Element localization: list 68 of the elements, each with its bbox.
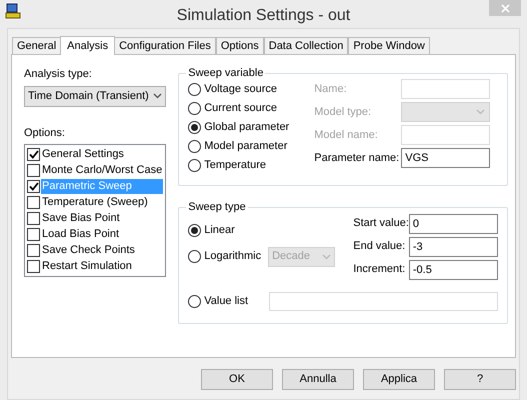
list-item[interactable]: Save Bias Point (41, 210, 164, 226)
checkbox[interactable] (27, 244, 40, 257)
field-label: Name: (314, 82, 348, 97)
input-field[interactable]: -0.5 (408, 260, 498, 280)
input-field[interactable]: -3 (408, 236, 498, 256)
window-title: Simulation Settings - out (176, 6, 352, 26)
computer-icon (5, 3, 21, 19)
tab[interactable]: Options (216, 37, 264, 54)
chevron-icon (322, 254, 332, 260)
check-icon (28, 182, 38, 192)
dialog-button[interactable]: Applica (363, 369, 435, 390)
checkbox[interactable] (27, 196, 40, 210)
radio-label: Linear (204, 223, 235, 238)
field-label: Options: (24, 126, 66, 140)
list-item[interactable]: Restart Simulation (41, 258, 164, 274)
checkbox[interactable] (27, 228, 40, 241)
radio-label: Logarithmic (204, 249, 262, 264)
checkbox[interactable] (27, 164, 40, 178)
input-field[interactable]: 0 (408, 214, 498, 234)
radio-button[interactable] (188, 121, 202, 134)
group-title: Sweep variable (187, 66, 264, 81)
dialog-button[interactable]: Annulla (282, 369, 354, 390)
analysis-type-dropdown[interactable]: Time Domain (Transient) (24, 86, 166, 106)
radio-label: Voltage source (204, 82, 278, 98)
list-item[interactable]: Save Check Points (41, 242, 164, 258)
radio-button[interactable] (188, 294, 202, 308)
field-label: Model name: (314, 128, 379, 143)
radio-label: Current source (204, 101, 277, 116)
check-icon (28, 150, 38, 160)
chevron-icon (476, 109, 486, 115)
list-item[interactable]: Temperature (Sweep) (41, 195, 164, 210)
radio-label: Value list (204, 294, 250, 309)
radio-label: Global parameter (204, 120, 290, 136)
list-item[interactable]: Monte Carlo/Worst Case (41, 163, 164, 178)
radio-label: Temperature (204, 158, 266, 174)
tab[interactable]: Analysis (60, 36, 116, 55)
input-field[interactable]: VGS (401, 148, 490, 168)
input-field[interactable] (401, 79, 490, 99)
list-item[interactable]: Load Bias Point (41, 226, 164, 242)
close-icon (500, 4, 510, 12)
tab[interactable]: General (12, 37, 62, 54)
field-label: Start value: (353, 216, 409, 232)
radio-button[interactable] (188, 224, 202, 237)
radio-label: Model parameter (204, 139, 288, 154)
checkbox[interactable] (27, 148, 40, 162)
field-label: Analysis type: (24, 67, 93, 82)
radio-button[interactable] (188, 159, 202, 172)
group-title: Sweep type (187, 200, 247, 215)
input-field[interactable] (401, 125, 490, 145)
radio-button[interactable] (188, 140, 202, 153)
radio-button[interactable] (188, 250, 202, 263)
dialog-button[interactable]: OK (201, 369, 273, 390)
radio-button[interactable] (188, 102, 202, 115)
dialog-button[interactable]: ? (444, 369, 516, 390)
tab[interactable]: Data Collection (264, 37, 348, 54)
field-label: Model type: (314, 104, 372, 120)
field-label: Increment: (353, 262, 406, 278)
input-field[interactable] (269, 292, 498, 310)
checkbox[interactable] (27, 180, 40, 194)
radio-button[interactable] (188, 83, 202, 96)
field-label: End value: (353, 239, 406, 254)
field-label: Parameter name: (314, 150, 400, 166)
checkbox[interactable] (27, 212, 40, 225)
tab[interactable]: Configuration Files (114, 37, 216, 54)
checkbox[interactable] (27, 260, 40, 273)
list-item[interactable]: General Settings (41, 147, 164, 162)
chevron-icon (153, 93, 162, 99)
tab[interactable]: Probe Window (348, 37, 430, 54)
